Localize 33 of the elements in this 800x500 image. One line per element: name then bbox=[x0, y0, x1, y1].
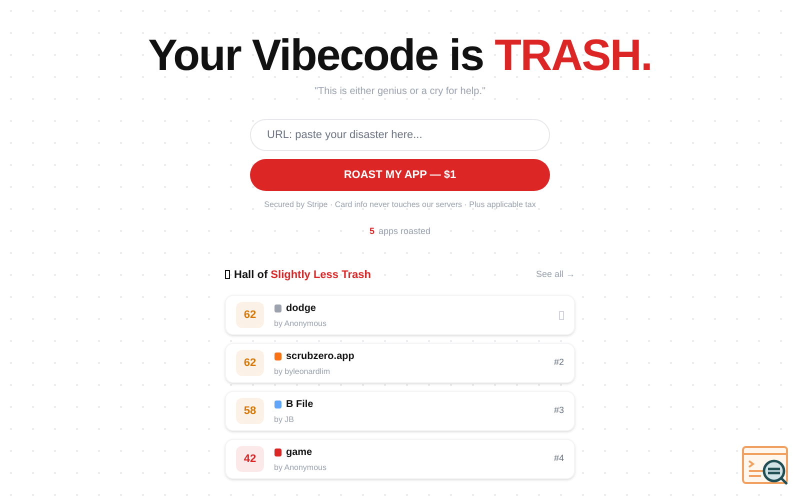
author-label: by Anonymous bbox=[274, 462, 328, 474]
app-name: dodge bbox=[286, 302, 316, 316]
score-badge: 62 bbox=[236, 302, 264, 328]
app-card[interactable]: 58 B File by JB #3 bbox=[225, 391, 575, 431]
app-icon bbox=[274, 352, 282, 360]
score-badge: 62 bbox=[236, 350, 264, 376]
app-name: B File bbox=[286, 398, 314, 412]
app-name: scrubzero.app bbox=[286, 350, 354, 364]
app-icon bbox=[274, 304, 282, 312]
rank-label: #2 bbox=[554, 356, 564, 370]
author-label: by JB bbox=[274, 414, 296, 426]
app-card[interactable]: 62 scrubzero.app by byleonardlim #2 bbox=[225, 343, 575, 383]
app-card[interactable]: 42 game by Anonymous #4 bbox=[225, 439, 575, 479]
headline: Your Vibecode is TRASH. bbox=[148, 30, 652, 82]
section-title: Hall of Slightly Less Trash bbox=[234, 268, 371, 282]
author-label: by byleonardlim bbox=[274, 366, 332, 378]
tagline: "This is either genius or a cry for help." bbox=[314, 85, 486, 99]
roast-count: 5 bbox=[369, 225, 374, 238]
app-card[interactable]: 62 dodge by Anonymous bbox=[225, 295, 575, 335]
roast-button[interactable]: ROAST MY APP — $1 bbox=[250, 159, 550, 191]
url-input-field[interactable]: URL: paste your disaster here... bbox=[250, 119, 550, 151]
fine-print: Secured by Stripe · Card info never touches our servers · Plus applicable tax bbox=[264, 199, 536, 211]
count-label: apps roasted bbox=[378, 225, 431, 238]
score-badge: 42 bbox=[236, 446, 264, 472]
missing-glyph-icon bbox=[225, 270, 230, 280]
rank-label: #3 bbox=[554, 404, 564, 418]
missing-glyph-icon bbox=[559, 310, 564, 320]
app-icon bbox=[274, 448, 282, 456]
app-icon bbox=[274, 400, 282, 408]
app-name: game bbox=[286, 446, 312, 460]
score-badge: 58 bbox=[236, 398, 264, 424]
author-label: by Anonymous bbox=[274, 318, 328, 330]
rank-label: #4 bbox=[554, 452, 564, 466]
